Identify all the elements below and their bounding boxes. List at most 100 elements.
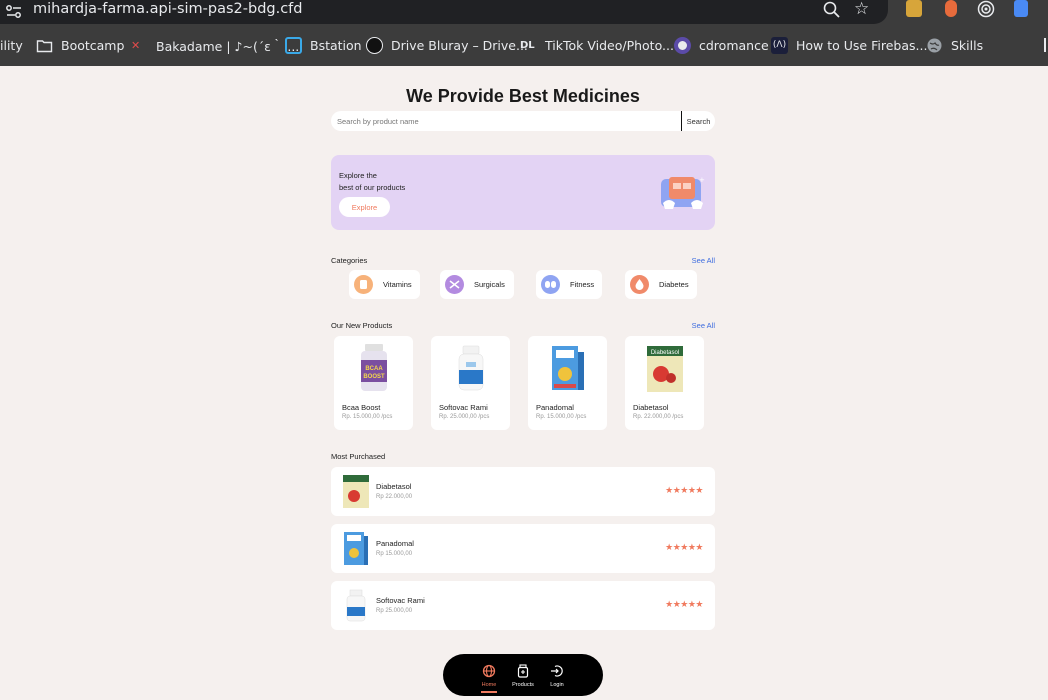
banner-text-line2: best of our products xyxy=(339,183,406,192)
firebase-icon: (Λ) xyxy=(771,36,788,54)
product-name: Panadomal xyxy=(536,403,574,412)
svg-text:+: + xyxy=(699,176,705,184)
item-price: Rp 22.000,00 xyxy=(376,494,413,500)
nav-products[interactable]: Products xyxy=(508,662,538,692)
category-vitamins[interactable]: Vitamins xyxy=(349,270,420,299)
page-title: We Provide Best Medicines xyxy=(406,86,640,106)
product-name: Bcaa Boost xyxy=(342,403,381,412)
diabetasol-image: Diabetasol xyxy=(647,346,683,392)
item-name: Panadomal xyxy=(376,539,414,548)
bookmark-item[interactable]: (Λ) How to Use Firebas... xyxy=(771,36,927,54)
product-price: Rp. 25.000,00 /pcs xyxy=(439,414,490,420)
bookmark-item[interactable]: ility xyxy=(0,36,23,54)
category-label: Surgicals xyxy=(474,280,505,289)
item-name: Softovac Rami xyxy=(376,596,425,605)
rating-stars: ★★★★★ xyxy=(665,485,703,495)
item-price: Rp 15.000,00 xyxy=(376,551,413,557)
bottom-navigation: Home Products Login xyxy=(443,654,603,696)
surgicals-icon xyxy=(445,275,464,294)
nav-login-label: Login xyxy=(550,682,564,688)
diabetasol-thumbnail xyxy=(343,475,369,508)
softovac-rami-thumbnail xyxy=(346,589,366,622)
extension-target-icon[interactable] xyxy=(977,0,995,18)
folder-icon xyxy=(36,39,53,52)
product-price: Rp. 15.000,00 /pcs xyxy=(342,414,393,420)
globe-home-icon xyxy=(482,664,496,678)
banner-text-line1: Explore the xyxy=(339,171,377,180)
nav-home-underline xyxy=(481,691,497,693)
item-price: Rp 25.000,00 xyxy=(376,608,413,614)
svg-text:BCAA: BCAA xyxy=(365,366,383,372)
nav-home[interactable]: Home xyxy=(474,662,504,693)
vitamins-icon xyxy=(354,275,373,294)
extension-docs-icon[interactable] xyxy=(1014,0,1028,17)
svg-text:BOOST: BOOST xyxy=(363,374,385,380)
site-info-icon[interactable] xyxy=(4,2,24,20)
product-card[interactable]: Softovac Rami Rp. 25.000,00 /pcs xyxy=(431,336,510,430)
product-price: Rp. 15.000,00 /pcs xyxy=(536,414,587,420)
extension-orange-icon[interactable] xyxy=(945,0,957,17)
bcaa-boost-image: BCAA BOOST xyxy=(361,344,387,391)
explore-button[interactable]: Explore xyxy=(339,197,390,217)
svg-text:Diabetasol: Diabetasol xyxy=(651,350,679,356)
cdromance-icon xyxy=(674,36,691,54)
product-card[interactable]: Panadomal Rp. 15.000,00 /pcs xyxy=(528,336,607,430)
url-text[interactable]: mihardja-farma.api-sim-pas2-bdg.cfd xyxy=(33,1,303,17)
nav-login[interactable]: Login xyxy=(542,662,572,692)
category-label: Diabetes xyxy=(659,280,689,289)
bookmark-item[interactable]: Bstation xyxy=(285,36,362,54)
bookmark-item[interactable]: ✕ Bakadame | ♪~(´ε｀ ... xyxy=(131,36,299,54)
diabetes-icon xyxy=(630,275,649,294)
item-name: Diabetasol xyxy=(376,482,412,491)
most-purchased-label: Most Purchased xyxy=(331,452,386,461)
bookmark-item[interactable]: DL TikTok Video/Photo... xyxy=(520,36,674,54)
search-bar: Search xyxy=(331,111,715,131)
tiktok-dl-icon: DL xyxy=(520,39,535,51)
promo-banner: Explore the best of our products Explore… xyxy=(331,155,715,230)
product-price: Rp. 22.000,00 /pcs xyxy=(633,414,684,420)
extension-clipboard-icon[interactable] xyxy=(906,0,922,17)
product-card[interactable]: Diabetasol Diabetasol Rp. 22.000,00 /pcs xyxy=(625,336,704,430)
nav-products-label: Products xyxy=(512,682,534,688)
panadomal-thumbnail xyxy=(344,532,368,565)
search-input[interactable] xyxy=(331,111,681,131)
softovac-rami-image xyxy=(458,345,484,391)
rating-stars: ★★★★★ xyxy=(665,542,703,552)
search-button[interactable]: Search xyxy=(682,111,715,131)
product-card[interactable]: BCAA BOOST Bcaa Boost Rp. 15.000,00 /pcs xyxy=(334,336,413,430)
bookmark-item[interactable]: Skills xyxy=(926,36,983,54)
bookmark-item[interactable]: Bootcamp xyxy=(36,36,124,54)
nav-home-label: Home xyxy=(481,682,497,688)
drive-bluray-icon xyxy=(366,36,383,54)
category-surgicals[interactable]: Surgicals xyxy=(440,270,514,299)
product-name: Diabetasol xyxy=(633,403,669,412)
categories-label: Categories xyxy=(331,256,368,265)
browser-chrome: mihardja-farma.api-sim-pas2-bdg.cfd ☆ il… xyxy=(0,0,1048,66)
bookmark-item[interactable]: cdromance xyxy=(674,36,769,54)
category-label: Fitness xyxy=(570,280,595,289)
medicine-bottle-icon xyxy=(517,664,529,678)
fitness-icon xyxy=(541,275,560,294)
most-purchased-item[interactable]: Panadomal Rp 15.000,00 ★★★★★ xyxy=(331,524,715,573)
bakadame-icon: ✕ xyxy=(131,36,148,54)
new-products-label: Our New Products xyxy=(331,321,393,330)
rating-stars: ★★★★★ xyxy=(665,599,703,609)
categories-see-all-link[interactable]: See All xyxy=(692,256,715,265)
product-name: Softovac Rami xyxy=(439,403,488,412)
most-purchased-item[interactable]: Diabetasol Rp 22.000,00 ★★★★★ xyxy=(331,467,715,516)
category-label: Vitamins xyxy=(383,280,412,289)
most-purchased-item[interactable]: Softovac Rami Rp 25.000,00 ★★★★★ xyxy=(331,581,715,630)
globe-icon xyxy=(927,38,942,52)
login-icon xyxy=(551,665,563,677)
bookmarks-overflow-icon[interactable] xyxy=(1044,38,1048,52)
new-products-see-all-link[interactable]: See All xyxy=(692,321,715,330)
address-bar[interactable]: mihardja-farma.api-sim-pas2-bdg.cfd ☆ xyxy=(0,0,888,24)
zoom-icon[interactable] xyxy=(822,0,842,20)
category-fitness[interactable]: Fitness xyxy=(536,270,602,299)
bookmark-star-icon[interactable]: ☆ xyxy=(854,0,869,19)
medicine-box-illustration: + xyxy=(661,176,705,209)
panadomal-image xyxy=(552,346,584,390)
bstation-icon xyxy=(285,36,302,54)
bookmark-item[interactable]: Drive Bluray – Drive... xyxy=(366,36,528,54)
category-diabetes[interactable]: Diabetes xyxy=(625,270,697,299)
